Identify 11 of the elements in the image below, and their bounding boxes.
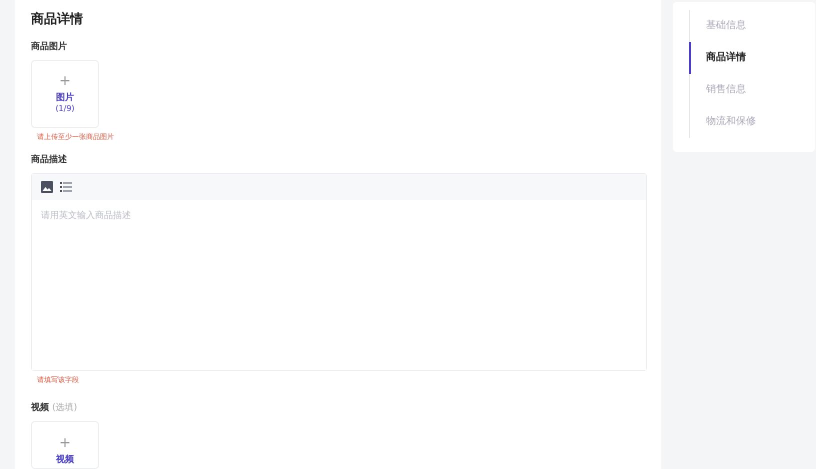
image-upload-button[interactable]: + 图片 (1/9) bbox=[31, 60, 99, 128]
field-label: 视频 bbox=[31, 403, 49, 414]
nav-link[interactable]: 商品详情 bbox=[689, 42, 815, 74]
description-field[interactable]: 请用英文输入商品描述 bbox=[31, 172, 647, 372]
optional-hint: (选填) bbox=[52, 403, 78, 414]
section-title: 商品详情 bbox=[31, 10, 83, 28]
image-icon[interactable] bbox=[41, 180, 53, 193]
field-label: 商品图片 bbox=[31, 40, 67, 53]
field-label: 商品描述 bbox=[31, 153, 67, 166]
video-upload-button[interactable]: + 视频 bbox=[31, 421, 99, 469]
list-icon[interactable] bbox=[60, 182, 72, 192]
